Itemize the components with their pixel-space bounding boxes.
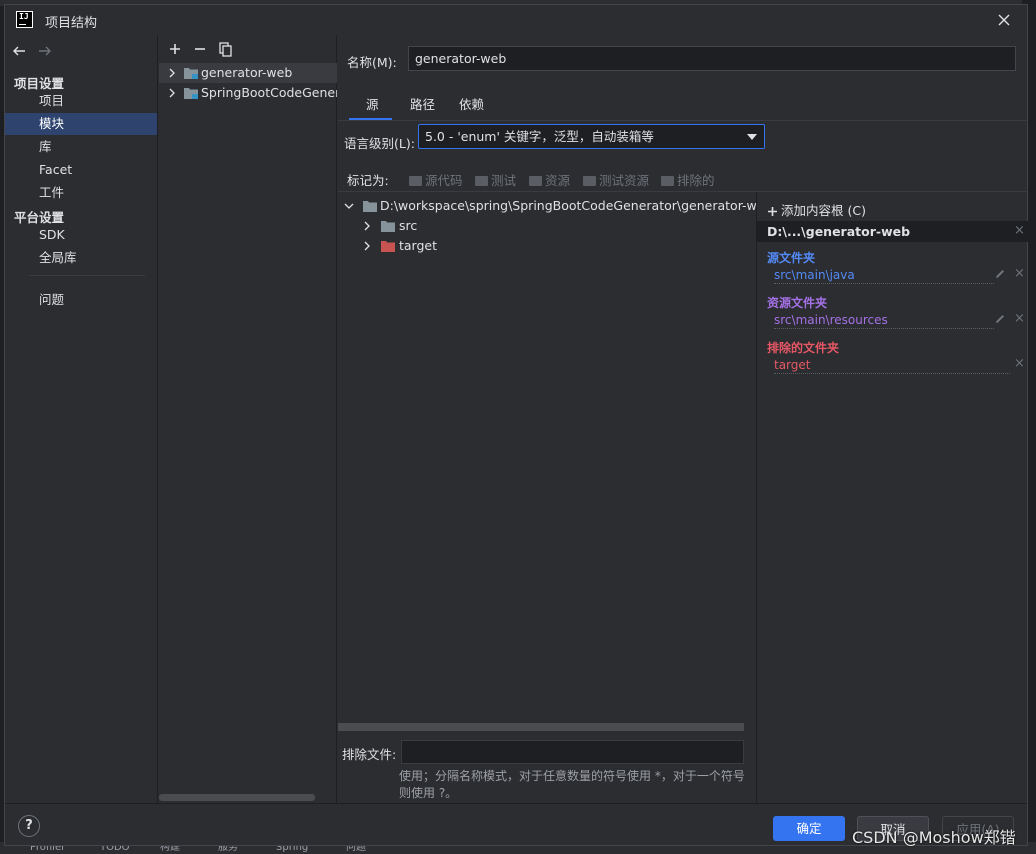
folder-icon — [381, 221, 395, 232]
copy-module-button[interactable] — [217, 41, 233, 57]
pencil-icon[interactable] — [994, 313, 1006, 325]
chevron-right-icon — [364, 221, 370, 231]
nav-item-global-libraries[interactable]: 全局库 — [5, 247, 157, 269]
nav-item-facets[interactable]: Facet — [5, 159, 157, 181]
settings-nav: 项目设置 项目 模块 库 Facet 工件 平台设置 SDK 全局库 问题 — [5, 35, 158, 803]
folder-icon — [363, 201, 377, 212]
mark-sources-button[interactable]: 源代码 — [409, 170, 463, 189]
mark-tests-label: 测试 — [491, 173, 517, 188]
nav-divider — [29, 275, 145, 276]
title-bar: IJ 项目结构 — [5, 5, 1027, 35]
mark-as-label: 标记为: — [347, 173, 389, 188]
tab-dependencies[interactable]: 依赖 — [459, 91, 484, 119]
add-content-root-label: 添加内容根 (C) — [781, 203, 866, 218]
folder-icon — [475, 176, 488, 186]
remove-module-button[interactable] — [192, 41, 208, 57]
nav-item-artifacts[interactable]: 工件 — [5, 182, 157, 204]
chevron-down-icon — [344, 203, 354, 209]
mark-resources-label: 资源 — [545, 173, 571, 188]
add-module-button[interactable] — [167, 41, 183, 57]
folder-icon — [409, 176, 422, 186]
plus-icon — [768, 207, 777, 216]
module-item-label: SpringBootCodeGenerator — [201, 85, 337, 100]
ok-button[interactable]: 确定 — [773, 816, 845, 841]
pencil-icon[interactable] — [994, 268, 1006, 280]
mark-test-resources-button[interactable]: 测试资源 — [583, 170, 649, 189]
exclude-files-help: 使用；分隔名称模式，对于任意数量的符号使用 *，对于一个符号则使用 ?。 — [399, 769, 745, 800]
nav-item-problems[interactable]: 问题 — [5, 289, 157, 311]
folder-icon — [661, 176, 674, 186]
source-folder-entry[interactable]: src\main\java — [774, 268, 994, 284]
nav-item-libraries[interactable]: 库 — [5, 136, 157, 158]
horizontal-scrollbar[interactable] — [159, 794, 315, 801]
module-list-panel: generator-web SpringBootCodeGenerator — [159, 35, 337, 803]
help-button[interactable]: ? — [18, 815, 40, 837]
mark-test-resources-label: 测试资源 — [599, 173, 650, 188]
language-level-value: 5.0 - 'enum' 关键字，泛型，自动装箱等 — [425, 129, 654, 144]
watermark: CSDN @Moshow郑锴 — [852, 828, 1016, 847]
forward-button[interactable] — [37, 43, 53, 59]
nav-item-modules[interactable]: 模块 — [5, 113, 157, 135]
mark-excluded-button[interactable]: 排除的 — [661, 170, 715, 189]
chevron-right-icon — [169, 68, 175, 78]
mark-tests-button[interactable]: 测试 — [475, 170, 516, 189]
tree-item-label: target — [399, 238, 438, 253]
module-item-springbootcodegenerator[interactable]: SpringBootCodeGenerator — [159, 83, 337, 103]
remove-excluded-icon[interactable]: × — [1014, 356, 1025, 371]
excluded-folders-title: 排除的文件夹 — [767, 341, 840, 355]
folder-icon — [583, 176, 596, 186]
excluded-folder-icon — [381, 241, 395, 252]
tab-sources[interactable]: 源 — [366, 91, 379, 119]
minus-icon — [195, 48, 205, 50]
resource-folder-entry[interactable]: src\main\resources — [774, 313, 994, 329]
tab-paths[interactable]: 路径 — [410, 91, 435, 119]
folder-icon — [529, 176, 542, 186]
module-folder-icon — [184, 88, 198, 99]
module-settings-panel: 名称(M): generator-web 源 路径 依赖 语言级别(L): 5.… — [338, 35, 1028, 803]
horizontal-scrollbar[interactable] — [338, 723, 744, 731]
add-content-root-button[interactable]: 添加内容根 (C) — [767, 200, 866, 219]
plus-icon — [170, 44, 180, 54]
module-name-input[interactable]: generator-web — [408, 46, 1016, 71]
close-icon — [998, 14, 1010, 26]
nav-item-project[interactable]: 项目 — [5, 90, 157, 112]
close-button[interactable] — [995, 11, 1013, 29]
mark-resources-button[interactable]: 资源 — [529, 170, 570, 189]
module-folder-icon — [184, 68, 198, 79]
window-title: 项目结构 — [45, 16, 98, 31]
dropdown-caret-icon — [747, 134, 757, 140]
back-button[interactable] — [11, 43, 27, 59]
language-level-select[interactable]: 5.0 - 'enum' 关键字，泛型，自动装箱等 — [418, 124, 765, 149]
arrow-left-icon — [13, 46, 25, 56]
remove-source-icon[interactable]: × — [1014, 266, 1025, 281]
tree-root-label: D:\workspace\spring\SpringBootCodeGenera… — [380, 198, 773, 213]
source-folders-title: 源文件夹 — [767, 251, 816, 265]
tab-divider — [338, 120, 1027, 121]
chevron-right-icon — [169, 88, 175, 98]
name-label: 名称(M): — [347, 55, 397, 70]
exclude-files-input[interactable] — [401, 740, 744, 764]
copy-icon — [219, 42, 232, 57]
exclude-files-label: 排除文件: — [342, 747, 397, 762]
remove-root-icon[interactable]: × — [1014, 223, 1025, 238]
resource-folders-title: 资源文件夹 — [767, 296, 828, 310]
remove-resource-icon[interactable]: × — [1014, 311, 1025, 326]
language-level-label: 语言级别(L): — [344, 136, 415, 151]
mark-sources-label: 源代码 — [425, 173, 463, 188]
excluded-folder-entry[interactable]: target — [774, 358, 1010, 374]
module-item-label: generator-web — [201, 65, 293, 80]
module-item-generator-web[interactable]: generator-web — [159, 63, 337, 83]
intellij-logo-icon: IJ — [16, 11, 33, 28]
mark-excluded-label: 排除的 — [677, 173, 715, 188]
tree-item-label: src — [399, 218, 418, 233]
nav-item-sdk[interactable]: SDK — [5, 224, 157, 246]
project-structure-dialog: IJ 项目结构 项目设置 项目 模块 库 Facet 工件 平台设置 SDK 全… — [4, 4, 1028, 846]
chevron-right-icon — [364, 241, 370, 251]
content-root-path: D:\...\generator-web — [767, 224, 911, 239]
arrow-right-icon — [39, 46, 51, 56]
content-roots-panel: 添加内容根 (C) D:\...\generator-web × 源文件夹 sr… — [756, 192, 1028, 803]
